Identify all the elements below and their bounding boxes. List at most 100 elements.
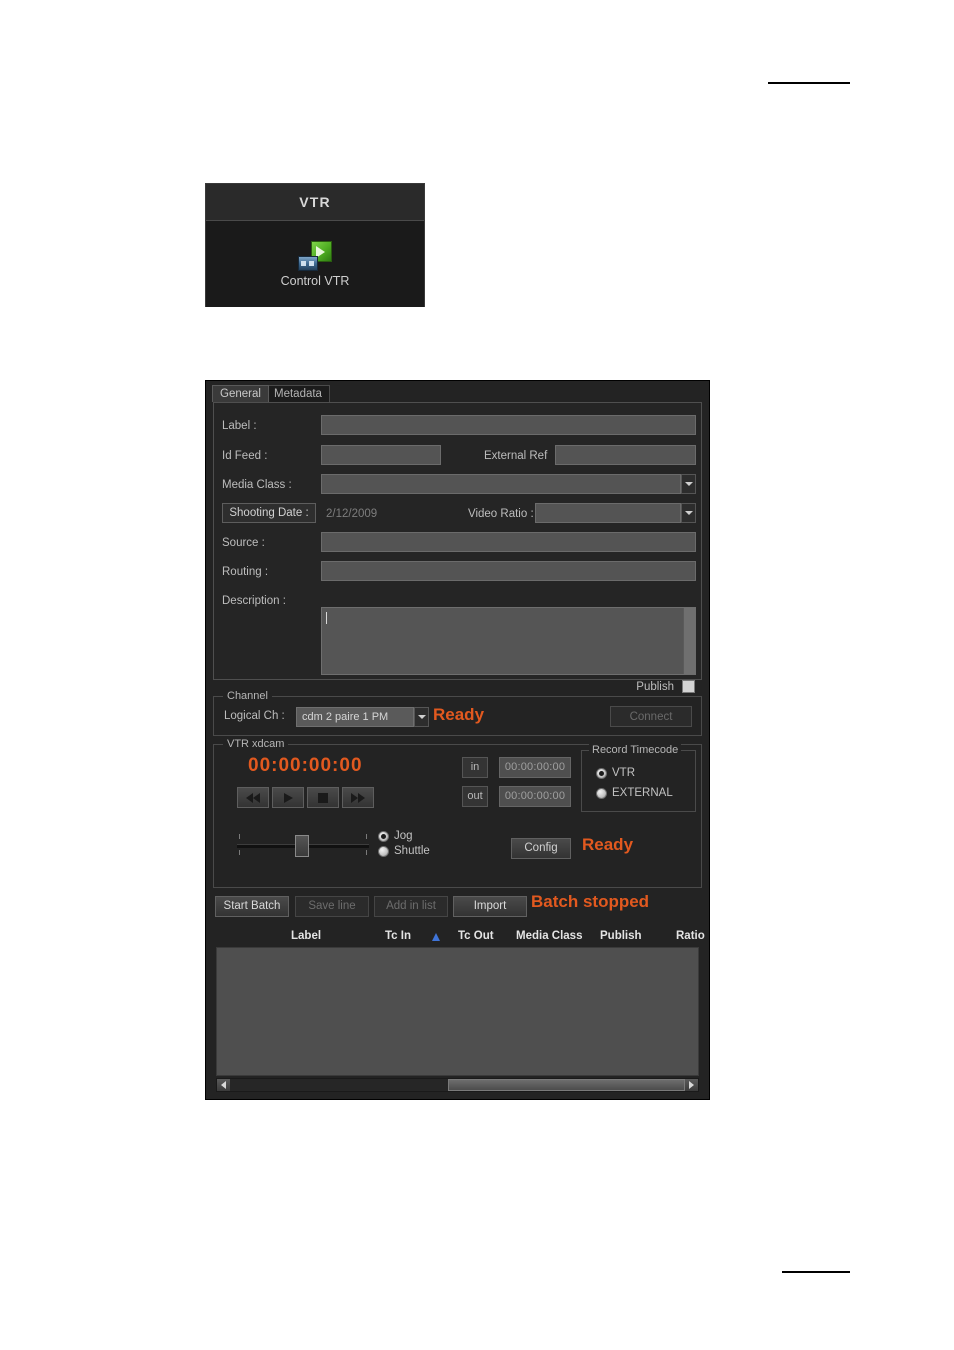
scrollbar-trough[interactable]	[230, 1079, 685, 1091]
mark-in-button[interactable]: in	[462, 757, 488, 778]
control-vtr-button[interactable]: Control VTR	[206, 221, 424, 307]
id-feed-label: Id Feed :	[222, 450, 268, 462]
source-input[interactable]	[321, 532, 696, 552]
description-scrollbar[interactable]	[683, 608, 695, 674]
column-header-ratio[interactable]: Ratio	[676, 930, 705, 942]
record-tc-external-label: EXTERNAL	[612, 787, 673, 799]
channel-group-title: Channel	[223, 690, 272, 702]
id-feed-input[interactable]	[321, 445, 441, 465]
scrollbar-thumb[interactable]	[448, 1079, 685, 1091]
batch-table-header: Label Tc In Tc Out Media Class Publish R…	[213, 928, 705, 947]
shooting-date-value: 2/12/2009	[326, 508, 378, 520]
row-id-feed: Id Feed : External Ref	[214, 445, 701, 467]
column-header-tc-in[interactable]: Tc In	[385, 930, 411, 942]
row-shooting-date: Shooting Date : 2/12/2009 Video Ratio :	[214, 503, 701, 525]
row-source: Source :	[214, 532, 701, 554]
vtr-timecode-display: 00:00:00:00	[248, 755, 363, 776]
batch-status: Batch stopped	[531, 892, 650, 911]
radio-icon	[378, 830, 389, 842]
description-textarea[interactable]	[321, 607, 696, 675]
column-header-tc-out[interactable]: Tc Out	[458, 930, 494, 942]
video-ratio-label: Video Ratio :	[468, 508, 534, 520]
column-header-label[interactable]: Label	[291, 930, 321, 942]
forward-button[interactable]	[342, 787, 374, 808]
tc-out-field[interactable]: 00:00:00:00	[499, 786, 571, 807]
scroll-left-icon[interactable]	[217, 1079, 230, 1091]
add-in-list-button: Add in list	[374, 896, 448, 917]
row-routing: Routing :	[214, 561, 701, 583]
mark-out-button[interactable]: out	[462, 786, 488, 807]
sort-ascending-icon	[432, 933, 440, 941]
tape-icon	[298, 255, 318, 271]
vtr-group: VTR xdcam 00:00:00:00 Jog Shuttle in 00:…	[213, 738, 702, 888]
routing-input[interactable]	[321, 561, 696, 581]
media-class-label: Media Class :	[222, 479, 292, 491]
column-header-publish[interactable]: Publish	[600, 930, 642, 942]
footer-rule	[782, 1271, 850, 1273]
source-label: Source :	[222, 537, 265, 549]
tab-metadata[interactable]: Metadata	[266, 385, 330, 402]
import-button[interactable]: Import	[453, 896, 527, 917]
media-class-input[interactable]	[321, 474, 681, 494]
video-ratio-chevron-down-icon[interactable]	[681, 503, 696, 523]
vtr-status: Ready	[582, 835, 634, 854]
label-input[interactable]	[321, 415, 696, 435]
slider-thumb[interactable]	[295, 835, 309, 857]
record-tc-vtr-label: VTR	[612, 767, 635, 779]
publish-row: Publish	[636, 680, 695, 693]
config-button[interactable]: Config	[511, 838, 571, 859]
jog-label: Jog	[394, 830, 413, 842]
logical-channel-label: Logical Ch :	[224, 710, 285, 722]
record-timecode-title: Record Timecode	[589, 744, 682, 756]
slider-tick	[366, 850, 367, 855]
vtr-launcher-title: VTR	[299, 194, 331, 210]
save-line-button: Save line	[295, 896, 369, 917]
vtr-launcher-panel: VTR Control VTR	[205, 183, 425, 307]
record-timecode-group: Record Timecode VTR EXTERNAL	[581, 744, 696, 812]
shuttle-label: Shuttle	[394, 845, 430, 857]
scroll-right-icon[interactable]	[685, 1079, 698, 1091]
batch-table-body[interactable]	[216, 947, 699, 1076]
logical-channel-chevron-down-icon[interactable]	[414, 707, 429, 727]
video-ratio-input[interactable]	[535, 503, 681, 523]
external-ref-label: External Ref	[484, 450, 548, 462]
control-vtr-label: Control VTR	[280, 273, 350, 288]
connect-button[interactable]: Connect	[610, 706, 692, 727]
tab-strip: General Metadata	[206, 381, 709, 402]
tab-general[interactable]: General	[212, 385, 269, 402]
row-label: Label :	[214, 415, 701, 437]
radio-icon	[378, 845, 389, 857]
shooting-date-button[interactable]: Shooting Date :	[222, 503, 316, 523]
vtr-dialog: General Metadata Label : Id Feed : Exter…	[205, 380, 710, 1100]
jog-radio[interactable]: Jog	[378, 830, 413, 842]
shuttle-radio[interactable]: Shuttle	[378, 845, 430, 857]
logical-channel-select[interactable]: cdm 2 paire 1 PM	[296, 707, 414, 727]
label-field-label: Label :	[222, 420, 257, 432]
play-button[interactable]	[272, 787, 304, 808]
square-icon	[318, 792, 328, 803]
vtr-group-title: VTR xdcam	[223, 738, 289, 750]
record-tc-vtr-radio[interactable]: VTR	[596, 767, 635, 779]
start-batch-button[interactable]: Start Batch	[215, 896, 289, 917]
double-right-icon	[351, 792, 365, 803]
channel-status: Ready	[433, 705, 485, 724]
rewind-button[interactable]	[237, 787, 269, 808]
radio-icon	[596, 787, 607, 799]
publish-checkbox[interactable]	[682, 680, 695, 693]
jog-shuttle-slider[interactable]	[237, 831, 369, 859]
control-vtr-icon	[298, 240, 332, 271]
triangle-right-icon	[283, 792, 293, 803]
record-tc-external-radio[interactable]: EXTERNAL	[596, 787, 673, 799]
channel-group: Channel Logical Ch : cdm 2 paire 1 PM Re…	[213, 690, 702, 736]
column-header-media-class[interactable]: Media Class	[516, 930, 582, 942]
media-class-chevron-down-icon[interactable]	[681, 474, 696, 494]
radio-icon	[596, 767, 607, 779]
double-left-icon	[246, 792, 260, 803]
batch-table-hscrollbar[interactable]	[216, 1078, 699, 1092]
tc-in-field[interactable]: 00:00:00:00	[499, 757, 571, 778]
slider-tick	[239, 834, 240, 839]
routing-label: Routing :	[222, 566, 269, 578]
external-ref-input[interactable]	[555, 445, 696, 465]
stop-button[interactable]	[307, 787, 339, 808]
text-caret	[326, 612, 327, 624]
